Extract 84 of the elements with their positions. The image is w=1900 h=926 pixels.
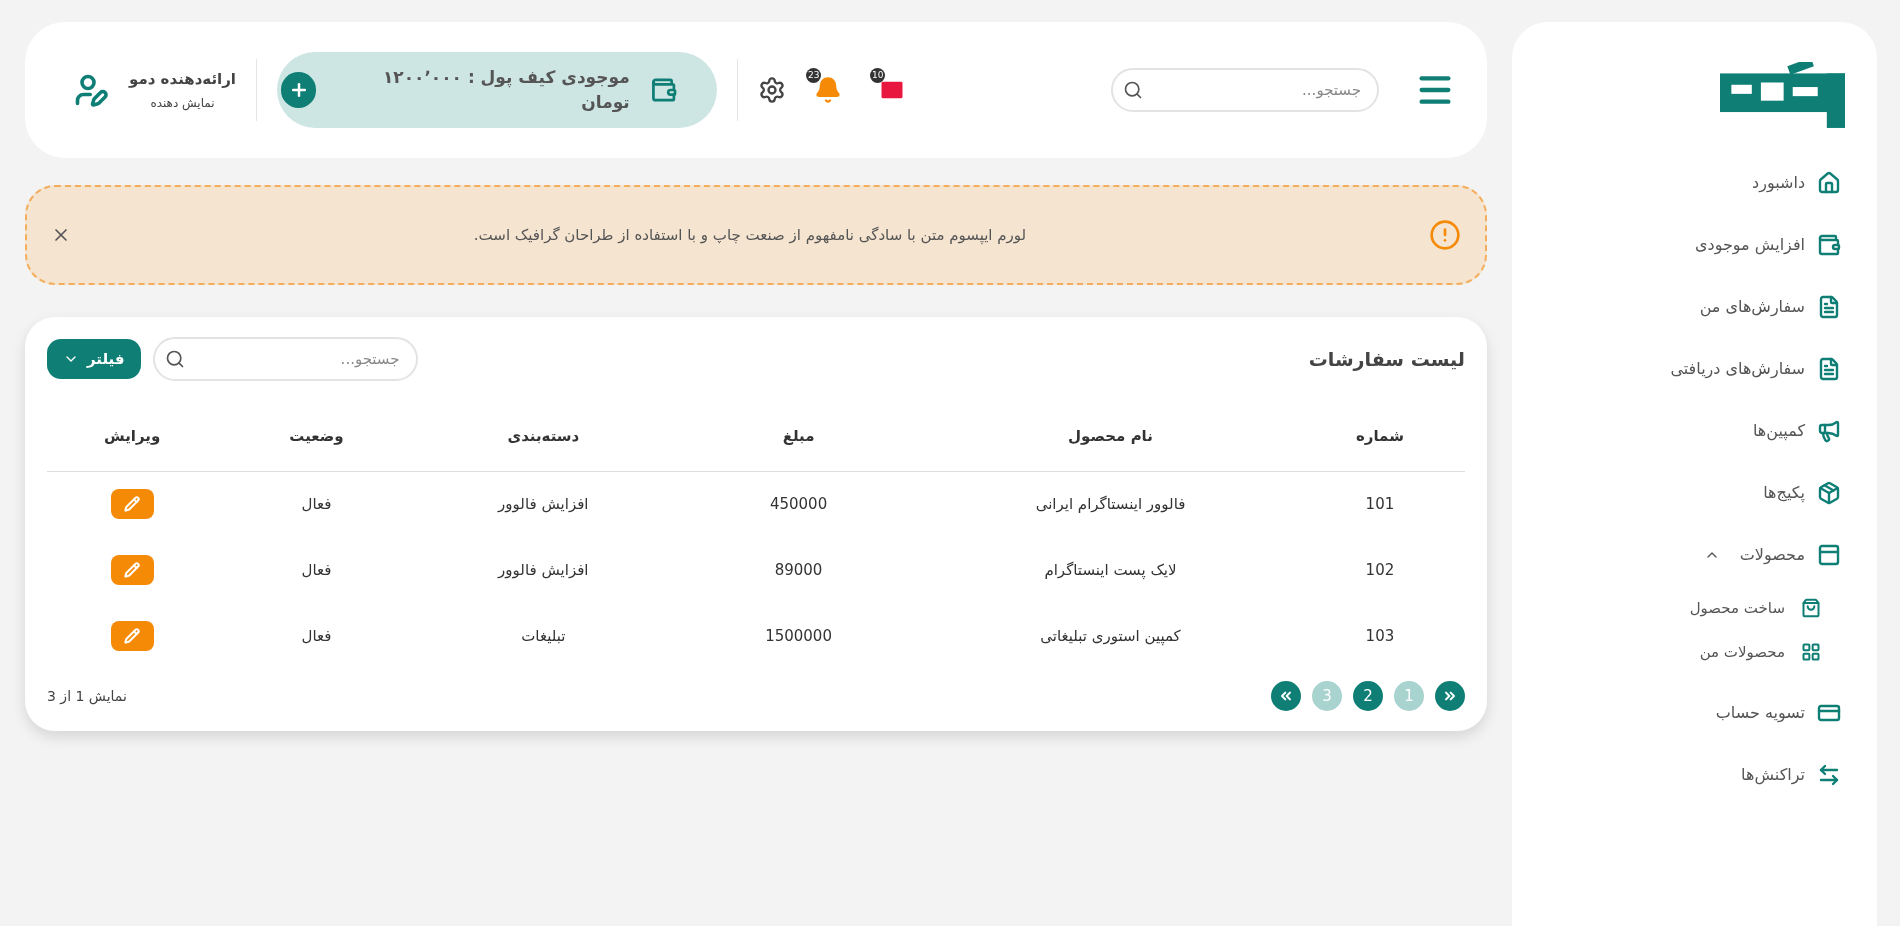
count-badge: 23 <box>806 68 822 83</box>
card-title: لیست سفارشات <box>1308 346 1465 373</box>
wallet-label: موجودی کیف پول : ۱۲۰۰٬۰۰۰ تومان <box>381 65 630 114</box>
sidebar-label: تراکنش‌ها <box>1741 764 1805 787</box>
table-cell: فعال <box>301 495 332 513</box>
table-cell: 102 <box>1365 560 1395 579</box>
sidebar-item[interactable]: داشبورد <box>1544 152 1845 214</box>
table-cell: افزایش فالوور <box>498 495 589 513</box>
search-icon <box>164 349 185 369</box>
megaphone-icon <box>1817 419 1841 443</box>
settings-button[interactable] <box>758 76 786 104</box>
filter-button[interactable]: فیلتر <box>47 339 141 379</box>
notification-button[interactable]: 23 <box>806 68 850 112</box>
user-name: ارائه‌دهنده دمو <box>129 68 236 90</box>
table-cell: 89000 <box>774 560 823 579</box>
table-cell: فالوور اینستاگرام ایرانی <box>1035 495 1186 513</box>
sidebar-item[interactable]: تسویه حساب <box>1544 682 1845 744</box>
edit-button[interactable] <box>110 621 154 651</box>
sidebar-item[interactable]: پکیج‌ها <box>1544 462 1845 524</box>
first-page-button[interactable] <box>1435 681 1465 711</box>
sidebar-item[interactable]: افزایش موجودی <box>1544 214 1845 276</box>
column-header: مبلغ <box>782 426 815 445</box>
column-header: ویرایش <box>103 426 161 445</box>
user-role: نمایش دهنده <box>150 95 215 113</box>
sidebar-label: سفارش‌های من <box>1699 296 1805 319</box>
page-info: نمایش 1 از 3 <box>47 686 127 707</box>
search-field[interactable]: جستجو... <box>1111 68 1379 112</box>
table-cell: لایک پست اینستاگرام <box>1044 560 1177 579</box>
column-header: دسته‌بندی <box>507 426 580 445</box>
sidebar-label: تسویه حساب <box>1715 702 1805 724</box>
alert-message: لورم ایپسوم متن با سادگی نامفهوم از صنعت چاپ و با استفاده از طراحان گرافیک است. <box>472 224 1028 246</box>
sidebar-label: افزایش موجودی <box>1695 234 1805 257</box>
home-icon <box>1817 171 1841 195</box>
sidebar-label: محصولات <box>1739 544 1805 566</box>
table-cell: کمپین استوری تبلیغاتی <box>1040 626 1181 645</box>
add-funds-button[interactable] <box>281 72 317 108</box>
sidebar-label: ساخت محصول <box>1689 597 1785 619</box>
sidebar-item[interactable]: محصولات <box>1544 524 1845 586</box>
box-icon <box>1817 481 1841 505</box>
document-icon <box>1817 357 1841 381</box>
sidebar-label: محصولات من <box>1699 641 1785 663</box>
search-field[interactable]: جستجو... <box>152 337 418 381</box>
user-edit-icon <box>73 72 109 108</box>
sidebar-item[interactable]: تراکنش‌ها <box>1544 744 1845 806</box>
pencil-icon <box>124 496 141 513</box>
bell-icon <box>814 76 842 104</box>
table-cell: تبلیغات <box>521 626 566 645</box>
sidebar-item[interactable]: کمپین‌ها <box>1544 400 1845 462</box>
table-cell: فعال <box>301 626 332 645</box>
page-button[interactable]: 2 <box>1353 681 1383 711</box>
column-header: نام محصول <box>1068 426 1153 445</box>
grid-icon <box>1801 642 1821 662</box>
table-cell: 103 <box>1365 626 1395 645</box>
arrows-icon <box>1817 763 1841 787</box>
edit-button[interactable] <box>110 489 154 520</box>
sidebar-label: کمپین‌ها <box>1753 420 1805 443</box>
document-icon <box>1817 295 1841 319</box>
sidebar-item[interactable]: سفارش‌های دریافتی <box>1544 338 1845 400</box>
sidebar-subitem[interactable]: ساخت محصول <box>1544 586 1821 630</box>
panel-icon <box>1817 543 1841 567</box>
pencil-icon <box>124 628 141 644</box>
count-badge: 10 <box>870 68 886 83</box>
sidebar-label: پکیج‌ها <box>1763 482 1805 505</box>
table-cell: 1500000 <box>765 626 832 645</box>
sidebar-subitem[interactable]: محصولات من <box>1544 630 1821 674</box>
edit-button[interactable] <box>110 555 154 585</box>
last-page-button[interactable] <box>1271 681 1301 711</box>
shopping-bag-icon <box>1801 598 1821 618</box>
warning-icon <box>1429 219 1461 251</box>
search-icon <box>1123 80 1143 100</box>
column-header: شماره <box>1355 426 1404 445</box>
column-header: وضعیت <box>289 426 344 445</box>
settings-icon <box>758 76 786 104</box>
table-cell: 450000 <box>769 495 828 513</box>
sidebar-item[interactable]: سفارش‌های من <box>1544 276 1845 338</box>
table-cell: فعال <box>301 560 332 579</box>
sidebar-label: سفارش‌های دریافتی <box>1670 358 1805 381</box>
table-cell: 101 <box>1365 495 1395 513</box>
pencil-icon <box>124 562 141 578</box>
wallet-icon <box>649 76 677 104</box>
table-cell: افزایش فالوور <box>498 560 589 579</box>
sidebar-label: داشبورد <box>1752 172 1805 195</box>
wallet-icon <box>1817 233 1841 257</box>
mail-button[interactable]: 10 <box>870 68 914 112</box>
